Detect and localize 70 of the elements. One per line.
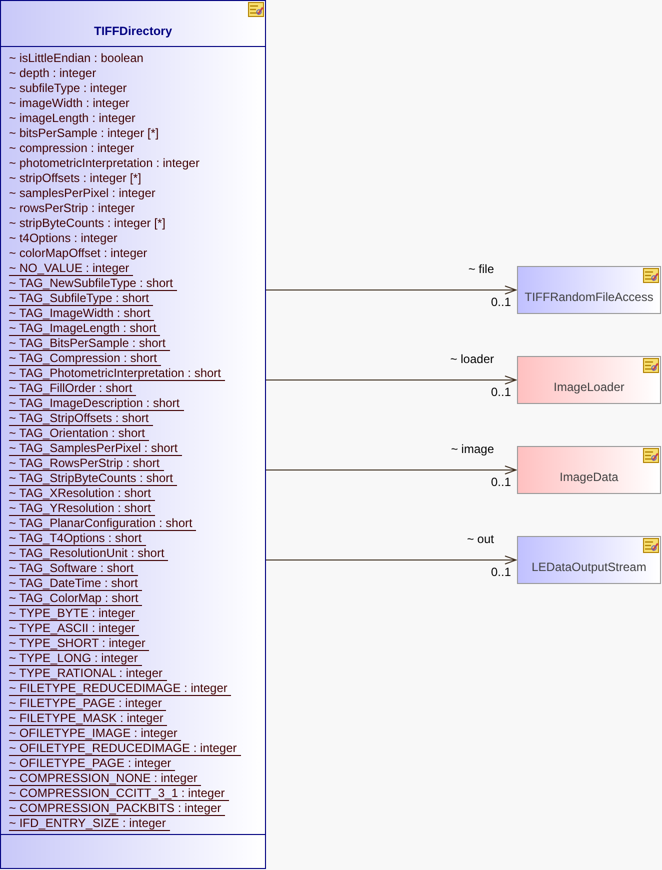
static-attribute: ~ TYPE_ASCII : integer <box>9 621 140 636</box>
static-attribute: ~ TAG_BitsPerSample : short <box>9 336 170 351</box>
attribute: ~ stripOffsets : integer [*] <box>9 171 142 186</box>
attribute: ~ samplesPerPixel : integer <box>9 186 156 201</box>
static-attribute: ~ FILETYPE_PAGE : integer <box>9 696 166 711</box>
role-label: ~ file <box>468 262 494 277</box>
attribute: ~ t4Options : integer <box>9 231 118 246</box>
static-attribute: ~ TAG_Compression : short <box>9 351 161 366</box>
static-attribute: ~ TAG_ImageDescription : short <box>9 396 184 411</box>
static-attribute: ~ TAG_StripOffsets : short <box>9 411 153 426</box>
static-attribute: ~ COMPRESSION_CCITT_3_1 : integer <box>9 786 229 801</box>
static-attribute: ~ TAG_Software : short <box>9 561 138 576</box>
attribute: ~ photometricInterpretation : integer <box>9 156 200 171</box>
class-name: ImageData <box>560 469 618 486</box>
class-name: TIFFDirectory <box>94 22 172 40</box>
multiplicity-label: 0..1 <box>490 295 511 310</box>
static-attribute: ~ FILETYPE_REDUCEDIMAGE : integer <box>9 681 232 696</box>
static-attribute: ~ TAG_ImageLength : short <box>9 321 160 336</box>
static-attribute: ~ COMPRESSION_NONE : integer <box>9 771 202 786</box>
class-icon <box>643 268 659 283</box>
static-attribute: ~ TAG_DateTime : short <box>9 576 142 591</box>
static-attribute: ~ COMPRESSION_PACKBITS : integer <box>9 801 226 816</box>
attribute: ~ rowsPerStrip : integer <box>9 201 136 216</box>
static-attribute: ~ TAG_SamplesPerPixel : short <box>9 441 182 456</box>
static-attribute: ~ TYPE_BYTE : integer <box>9 606 140 621</box>
static-attribute: ~ TAG_PhotometricInterpretation : short <box>9 366 225 381</box>
static-attribute: ~ OFILETYPE_PAGE : integer <box>9 756 176 771</box>
static-attribute: ~ TAG_NewSubfileType : short <box>9 276 177 291</box>
class-name: ImageLoader <box>554 379 624 396</box>
attribute: ~ bitsPerSample : integer [*] <box>9 126 160 141</box>
static-attribute: ~ TAG_FillOrder : short <box>9 381 136 396</box>
static-attribute: ~ FILETYPE_MASK : integer <box>9 711 168 726</box>
role-label: ~ loader <box>450 352 494 367</box>
static-attribute: ~ OFILETYPE_IMAGE : integer <box>9 726 182 741</box>
attribute: ~ imageWidth : integer <box>9 96 130 111</box>
static-attribute: ~ TAG_RowsPerStrip : short <box>9 456 164 471</box>
role-label: ~ image <box>450 442 494 457</box>
multiplicity-label: 0..1 <box>490 565 511 580</box>
attribute: ~ imageLength : integer <box>9 111 136 126</box>
static-attribute: ~ IFD_ENTRY_SIZE : integer <box>9 816 170 831</box>
attribute: ~ subfileType : integer <box>9 81 128 96</box>
attribute: ~ compression : integer <box>9 141 136 156</box>
class-icon <box>248 2 264 17</box>
multiplicity-label: 0..1 <box>490 475 511 490</box>
attribute: ~ stripByteCounts : integer [*] <box>9 216 166 231</box>
static-attribute: ~ TAG_XResolution : short <box>9 486 155 501</box>
static-attribute: ~ TAG_Orientation : short <box>9 426 149 441</box>
static-attribute: ~ TAG_StripByteCounts : short <box>9 471 177 486</box>
static-attribute: ~ TAG_T4Options : short <box>9 531 146 546</box>
attribute: ~ isLittleEndian : boolean <box>9 51 144 66</box>
static-attribute: ~ TAG_ImageWidth : short <box>9 306 154 321</box>
static-attribute: ~ OFILETYPE_REDUCEDIMAGE : integer <box>9 741 241 756</box>
attribute: ~ depth : integer <box>9 66 98 81</box>
static-attribute: ~ TAG_PlanarConfiguration : short <box>9 516 196 531</box>
class-icon <box>643 538 659 553</box>
static-attribute: ~ TYPE_RATIONAL : integer <box>9 666 167 681</box>
class-icon <box>643 358 659 373</box>
class-icon <box>643 448 659 463</box>
role-label: ~ out <box>466 532 494 547</box>
attribute: ~ colorMapOffset : integer <box>9 246 148 261</box>
static-attribute: ~ TAG_ColorMap : short <box>9 591 142 606</box>
static-attribute: ~ TYPE_SHORT : integer <box>9 636 150 651</box>
class-name: LEDataOutputStream <box>532 559 646 576</box>
static-attribute: ~ TAG_YResolution : short <box>9 501 155 516</box>
class-name: TIFFRandomFileAccess <box>524 289 654 306</box>
static-attribute: ~ NO_VALUE : integer <box>9 261 134 276</box>
static-attribute: ~ TYPE_LONG : integer <box>9 651 142 666</box>
static-attribute: ~ TAG_ResolutionUnit : short <box>9 546 168 561</box>
multiplicity-label: 0..1 <box>490 385 511 400</box>
static-attribute: ~ TAG_SubfileType : short <box>9 291 153 306</box>
